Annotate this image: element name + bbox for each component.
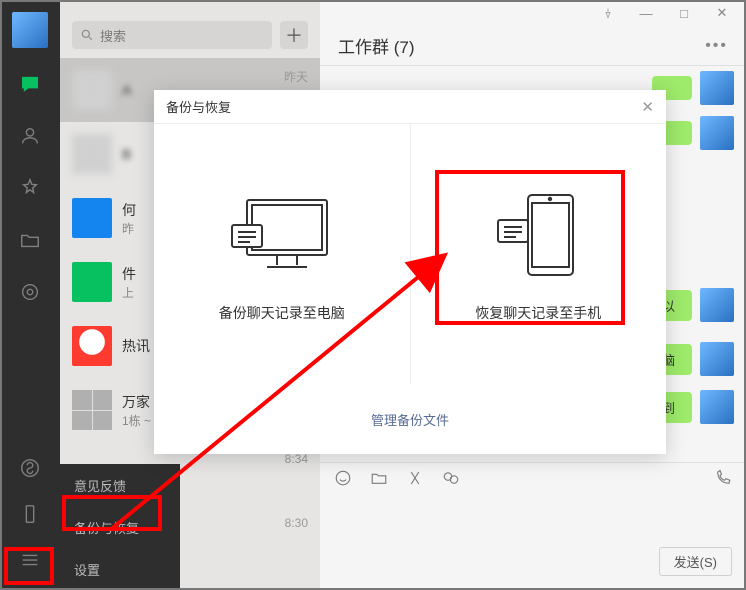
favorites-icon[interactable]	[18, 176, 42, 200]
manage-backups-link[interactable]: 管理备份文件	[371, 410, 449, 429]
user-avatar[interactable]	[12, 12, 48, 48]
add-button[interactable]: ＋	[280, 21, 308, 49]
chat-icon[interactable]	[18, 72, 42, 96]
left-rail	[0, 0, 60, 590]
avatar[interactable]	[700, 288, 734, 322]
files-icon[interactable]	[18, 228, 42, 252]
file-icon[interactable]	[370, 469, 388, 492]
avatar[interactable]	[700, 390, 734, 424]
miniprogram-icon[interactable]	[18, 456, 42, 480]
backup-to-pc-option[interactable]: 备份聊天记录至电脑	[154, 124, 410, 384]
more-icon[interactable]: •••	[705, 37, 728, 55]
annotation-box	[435, 170, 625, 325]
avatar[interactable]	[700, 116, 734, 150]
search-input[interactable]: 搜索	[72, 21, 272, 49]
minimize-button[interactable]: —	[630, 2, 662, 24]
phone-icon[interactable]	[18, 502, 42, 526]
dialog-title: 备份与恢复	[166, 97, 231, 116]
emoji-icon[interactable]	[334, 469, 352, 492]
avatar[interactable]	[700, 342, 734, 376]
call-icon[interactable]	[714, 469, 732, 492]
toolbar	[320, 462, 746, 498]
screenshot-icon[interactable]	[406, 469, 424, 492]
contacts-icon[interactable]	[18, 124, 42, 148]
close-button[interactable]: ✕	[706, 2, 738, 24]
pin-icon[interactable]	[592, 2, 624, 24]
annotation-box	[4, 547, 54, 585]
menu-settings[interactable]: 设置	[60, 548, 180, 590]
history-icon[interactable]	[442, 469, 460, 492]
chat-title: 工作群 (7)	[338, 33, 705, 58]
send-button[interactable]: 发送(S)	[659, 547, 732, 576]
moments-icon[interactable]	[18, 280, 42, 304]
maximize-button[interactable]: □	[668, 2, 700, 24]
avatar[interactable]	[700, 71, 734, 105]
dialog-close-icon[interactable]: ✕	[641, 98, 654, 116]
compose-area[interactable]: 发送(S)	[320, 498, 746, 590]
backup-to-pc-label: 备份聊天记录至电脑	[219, 303, 345, 323]
annotation-box	[62, 495, 162, 531]
window-controls: — □ ✕	[320, 0, 746, 26]
search-placeholder: 搜索	[100, 26, 126, 45]
